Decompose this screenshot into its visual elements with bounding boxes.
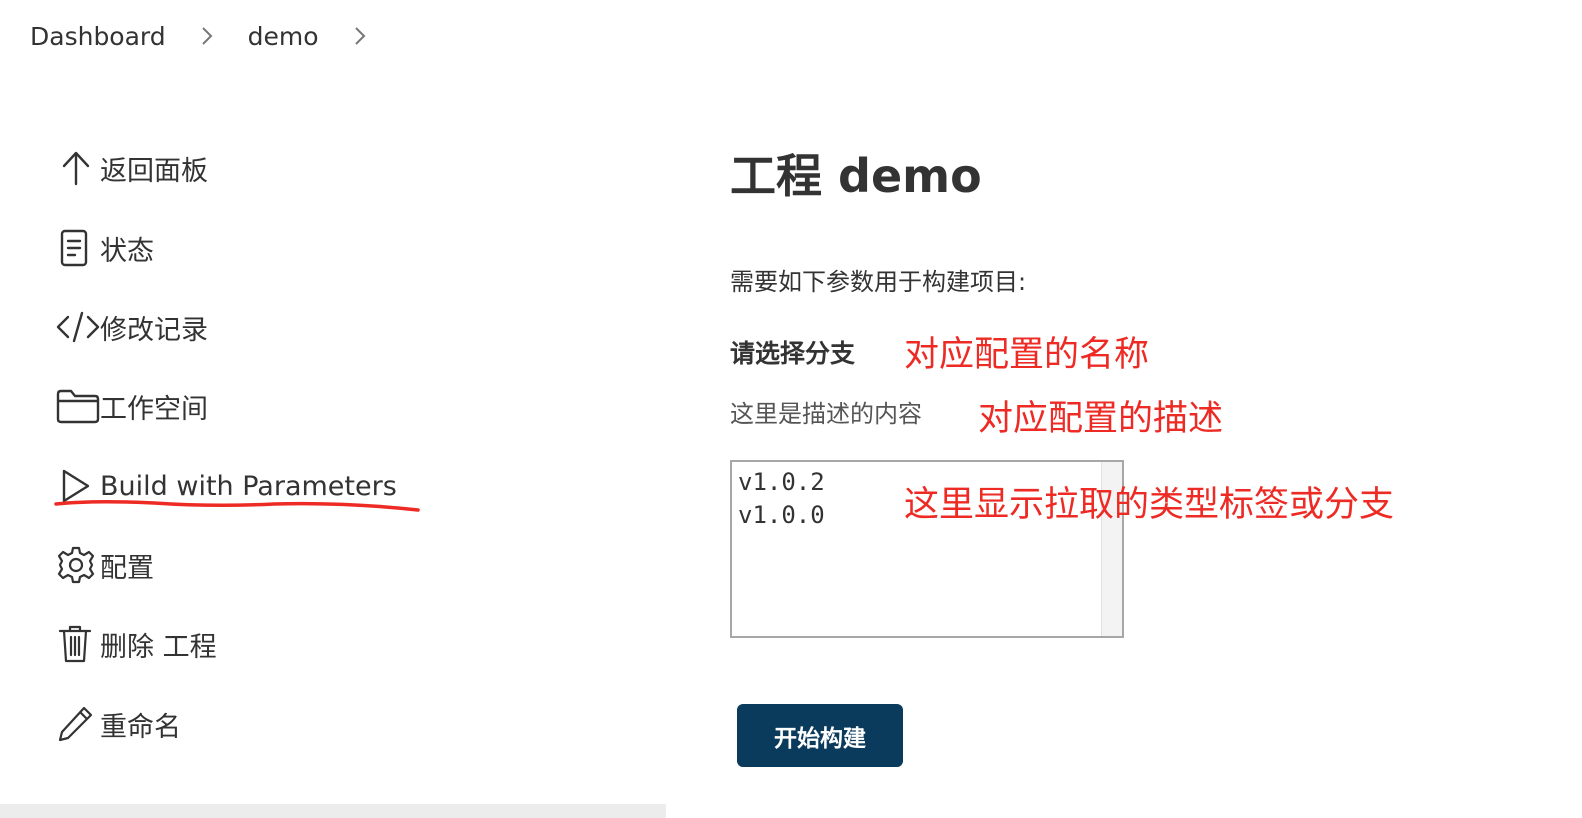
start-build-button[interactable]: 开始构建: [737, 704, 903, 767]
sidebar-item-label: 配置: [100, 552, 154, 584]
trash-icon: [56, 622, 100, 666]
sidebar-item-workspace[interactable]: 工作空间: [56, 382, 208, 430]
sidebar-item-label: Build with Parameters: [100, 470, 397, 502]
sidebar-item-label: 删除 工程: [100, 631, 217, 663]
gear-icon: [56, 543, 100, 587]
breadcrumb: Dashboard demo: [30, 16, 401, 56]
sidebar-item-back-to-dashboard[interactable]: 返回面板: [56, 144, 208, 192]
sidebar-item-label: 返回面板: [100, 155, 208, 187]
annotation-name-note: 对应配置的名称: [904, 335, 1150, 375]
chevron-right-icon: [196, 25, 218, 47]
sidebar-item-delete-project[interactable]: 删除 工程: [56, 620, 217, 668]
sidebar-item-label: 工作空间: [100, 393, 208, 425]
sidebar-bottom-divider: [0, 804, 666, 818]
sidebar-item-rename[interactable]: 重命名: [56, 700, 181, 748]
annotation-desc-note: 对应配置的描述: [978, 399, 1224, 439]
sidebar-item-label: 状态: [100, 235, 154, 267]
folder-icon: [56, 384, 100, 428]
annotation-options-note: 这里显示拉取的类型标签或分支: [904, 485, 1395, 525]
param-description: 这里是描述的内容: [730, 400, 922, 428]
annotation-underline: [54, 499, 420, 512]
document-icon: [56, 226, 100, 270]
sidebar-item-label: 重命名: [100, 711, 181, 743]
pencil-icon: [56, 702, 100, 746]
sidebar-item-configure[interactable]: 配置: [56, 541, 154, 589]
sidebar-item-changes[interactable]: 修改记录: [56, 303, 208, 351]
breadcrumb-dashboard[interactable]: Dashboard: [30, 22, 166, 51]
code-icon: [56, 305, 100, 349]
chevron-right-icon[interactable]: [349, 25, 371, 47]
params-intro-text: 需要如下参数用于构建项目:: [730, 268, 1027, 296]
breadcrumb-demo[interactable]: demo: [248, 22, 319, 51]
arrow-up-icon: [56, 146, 100, 190]
param-label: 请选择分支: [730, 339, 856, 368]
sidebar-item-label: 修改记录: [100, 314, 208, 346]
sidebar-item-status[interactable]: 状态: [56, 224, 154, 272]
page-title: 工程 demo: [730, 149, 982, 203]
